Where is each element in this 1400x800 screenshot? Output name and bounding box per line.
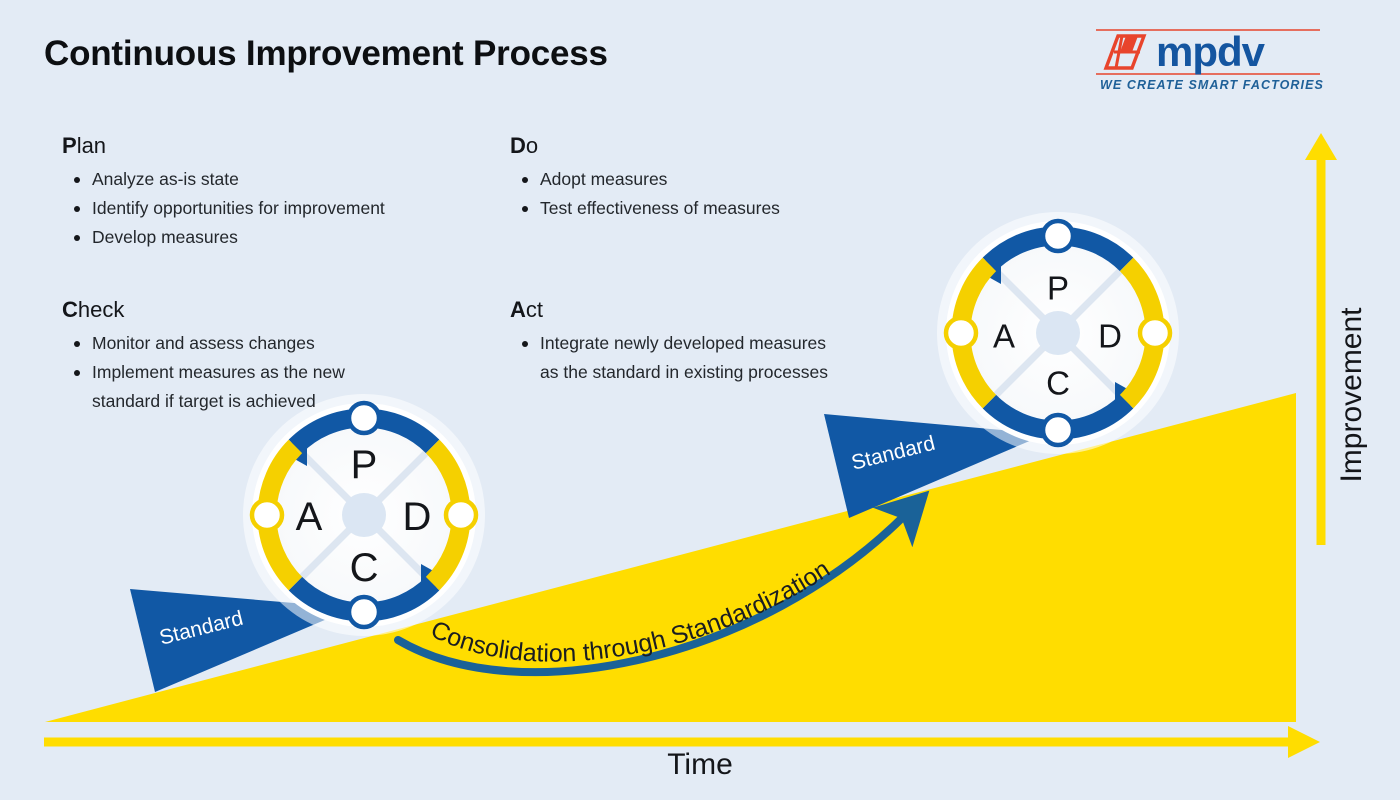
section-plan-heading: Plan bbox=[62, 133, 492, 159]
wheel-letter-p: P bbox=[351, 443, 378, 487]
section-do-heading: Do bbox=[510, 133, 930, 159]
section-act-initial: A bbox=[510, 297, 526, 322]
infographic-canvas: P D C A P D C A Consolidation through St… bbox=[0, 0, 1400, 800]
wheel-letter-c: C bbox=[1046, 365, 1070, 402]
list-item: Analyze as-is state bbox=[74, 165, 492, 194]
wheel-letter-p: P bbox=[1047, 270, 1069, 307]
logo-factory-icon bbox=[1103, 34, 1147, 70]
section-plan-list: Analyze as-is state Identify opportuniti… bbox=[62, 165, 492, 252]
section-do: Do Adopt measures Test effectiveness of … bbox=[510, 133, 930, 223]
page-title: Continuous Improvement Process bbox=[44, 34, 608, 73]
list-item: Identify opportunities for improvement bbox=[74, 194, 492, 223]
section-do-initial: D bbox=[510, 133, 526, 158]
list-item: Adopt measures bbox=[522, 165, 930, 194]
logo-mark: mpdv bbox=[1096, 28, 1320, 75]
section-do-rest: o bbox=[525, 133, 539, 158]
section-check-rest: heck bbox=[77, 297, 125, 322]
section-act-rest: ct bbox=[525, 297, 544, 322]
section-plan-rest: lan bbox=[76, 133, 107, 158]
list-item: Monitor and assess changes bbox=[74, 329, 492, 358]
y-axis-arrow bbox=[1305, 133, 1337, 545]
wheel-letter-d: D bbox=[403, 495, 432, 539]
logo-wordmark: mpdv bbox=[1156, 28, 1266, 75]
section-act-heading: Act bbox=[510, 297, 930, 323]
wheel-letter-d: D bbox=[1098, 318, 1122, 355]
section-check: Check Monitor and assess changes Impleme… bbox=[62, 297, 492, 416]
pdca-wheel-upper: P D C A bbox=[937, 212, 1179, 454]
section-act-list: Integrate newly developed measures as th… bbox=[510, 329, 930, 387]
section-check-heading: Check bbox=[62, 297, 492, 323]
list-item: Integrate newly developed measures as th… bbox=[522, 329, 930, 387]
section-plan: Plan Analyze as-is state Identify opport… bbox=[62, 133, 492, 252]
logo[interactable]: mpdv WE CREATE SMART FACTORIES bbox=[1092, 24, 1324, 96]
list-item: Test effectiveness of measures bbox=[522, 194, 930, 223]
pdca-wheel-lower: P D C A bbox=[243, 394, 485, 636]
list-item: Implement measures as the new standard i… bbox=[74, 358, 492, 416]
y-axis-label: Improvement bbox=[1335, 307, 1368, 483]
section-do-list: Adopt measures Test effectiveness of mea… bbox=[510, 165, 930, 223]
x-axis-label: Time bbox=[667, 748, 733, 781]
section-check-list: Monitor and assess changes Implement mea… bbox=[62, 329, 492, 416]
wheel-letter-a: A bbox=[296, 495, 323, 539]
wheel-letter-a: A bbox=[993, 318, 1015, 355]
list-item: Develop measures bbox=[74, 223, 492, 252]
section-check-initial: C bbox=[62, 297, 78, 322]
section-act: Act Integrate newly developed measures a… bbox=[510, 297, 930, 387]
section-plan-initial: P bbox=[62, 133, 77, 158]
logo-tagline: WE CREATE SMART FACTORIES bbox=[1099, 78, 1324, 92]
wheel-letter-c: C bbox=[350, 546, 379, 590]
